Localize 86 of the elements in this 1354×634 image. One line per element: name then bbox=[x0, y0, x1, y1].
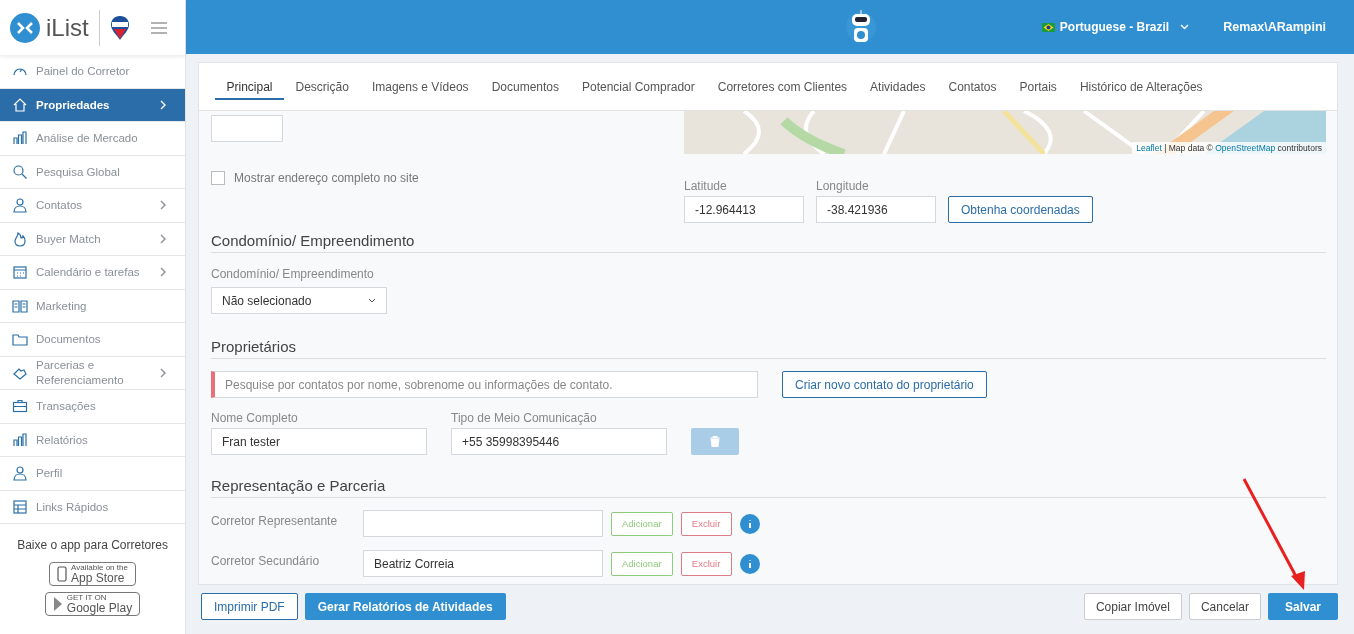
info-icon[interactable] bbox=[739, 513, 760, 534]
sidebar-item[interactable]: Painel do Corretor bbox=[0, 55, 185, 89]
tab[interactable]: Descrição bbox=[284, 73, 361, 100]
store-badge[interactable]: Available on the App Store bbox=[49, 562, 136, 586]
sidebar-item[interactable]: Links Rápidos bbox=[0, 490, 185, 524]
search-field[interactable]: Pesquise por contatos por nome, sobrenome ou informações de contato. bbox=[211, 371, 758, 398]
book-icon bbox=[12, 297, 28, 314]
trash-icon bbox=[710, 436, 720, 447]
tab[interactable]: Histórico de Alterações bbox=[1068, 73, 1215, 100]
section-heading: Condomínio/ Empreendimento bbox=[211, 232, 1326, 253]
info-icon[interactable] bbox=[739, 553, 760, 574]
condominium-select[interactable]: Não selecionado bbox=[211, 287, 387, 314]
sidebar-item[interactable]: Buyer Match bbox=[0, 222, 185, 256]
sidebar-item[interactable]: Propriedades bbox=[0, 88, 185, 122]
name-field[interactable]: Fran tester bbox=[211, 428, 427, 455]
openstreetmap-link[interactable]: OpenStreetMap bbox=[1215, 143, 1276, 153]
tab[interactable]: Corretores com Clientes bbox=[706, 73, 859, 100]
broker-field[interactable]: Beatriz Correia bbox=[363, 550, 603, 577]
save-button[interactable]: Salvar bbox=[1267, 593, 1338, 620]
section-heading: Representação e Parceria bbox=[211, 477, 1326, 498]
app-promo-text: Baixe o app para Corretores bbox=[17, 538, 168, 552]
sidebar-item[interactable]: Parcerias e Referenciamento bbox=[0, 356, 185, 390]
folder-icon bbox=[12, 331, 28, 348]
text-field[interactable] bbox=[211, 115, 283, 142]
brand-name: iList bbox=[46, 13, 89, 42]
tab[interactable]: Principal bbox=[215, 73, 285, 100]
tab[interactable]: Portais bbox=[1008, 73, 1069, 100]
field-label: Latitude bbox=[684, 179, 728, 193]
store-badge[interactable]: GET IT ON Google Play bbox=[44, 592, 141, 616]
menu-icon[interactable] bbox=[151, 21, 167, 34]
bars-icon bbox=[12, 130, 28, 147]
tab[interactable]: Documentos bbox=[480, 73, 571, 100]
phone-icon bbox=[57, 566, 68, 582]
map-attribution: Leaflet | Map data © OpenStreetMap contributors bbox=[1132, 142, 1326, 154]
bars-icon bbox=[12, 431, 28, 448]
get-coordinates-button[interactable]: Obtenha coordenadas bbox=[948, 196, 1093, 223]
field-label: Corretor Representante bbox=[211, 514, 339, 528]
sidebar-item[interactable]: Documentos bbox=[0, 323, 185, 357]
chevron-down-icon bbox=[1180, 24, 1190, 30]
footer-button[interactable]: Copiar Imóvel bbox=[1083, 593, 1182, 620]
sidebar-item[interactable]: Análise de Mercado bbox=[0, 122, 185, 156]
field-label: Condomínio/ Empreendimento bbox=[211, 267, 375, 281]
checkbox-label: Mostrar endereço completo no site bbox=[234, 171, 419, 185]
longitude-field[interactable]: -38.421936 bbox=[816, 196, 936, 223]
flame-icon bbox=[12, 230, 28, 247]
section-heading: Proprietários bbox=[211, 338, 1326, 359]
remove-button[interactable]: Excluir bbox=[680, 551, 732, 576]
tab[interactable]: Imagens e Vídeos bbox=[360, 73, 481, 100]
chevron-down-icon bbox=[368, 298, 376, 303]
latitude-field[interactable]: -12.964413 bbox=[684, 196, 804, 223]
tab[interactable]: Atividades bbox=[858, 73, 937, 100]
field-label: Nome Completo bbox=[211, 411, 299, 425]
tab[interactable]: Potencial Comprador bbox=[570, 73, 707, 100]
checkbox[interactable] bbox=[211, 171, 225, 185]
user-name[interactable]: Remax\ARampini bbox=[1223, 20, 1326, 34]
contact-field[interactable]: +55 35998395446 bbox=[451, 428, 667, 455]
activity-report-button[interactable]: Gerar Relatórios de Atividades bbox=[304, 593, 506, 620]
broker-field[interactable] bbox=[363, 510, 603, 537]
sidebar-item[interactable]: Pesquisa Global bbox=[0, 155, 185, 189]
field-label: Tipo de Meio Comunicação bbox=[451, 411, 598, 425]
print-pdf-button[interactable]: Imprimir PDF bbox=[201, 593, 298, 620]
sidebar-item[interactable]: Perfil bbox=[0, 457, 185, 491]
person-icon bbox=[12, 465, 28, 482]
sidebar-item[interactable]: Contatos bbox=[0, 189, 185, 223]
play-icon bbox=[52, 596, 63, 612]
sidebar-item[interactable]: Relatórios bbox=[0, 423, 185, 457]
tab[interactable]: Contatos bbox=[937, 73, 1008, 100]
field-label: Corretor Secundário bbox=[211, 554, 321, 568]
create-contact-button[interactable]: Criar novo contato do proprietário bbox=[782, 371, 987, 398]
balloon-logo-icon bbox=[109, 14, 130, 41]
sidebar-item[interactable]: Transações bbox=[0, 390, 185, 424]
footer-button[interactable]: Cancelar bbox=[1188, 593, 1261, 620]
people-icon bbox=[12, 197, 28, 214]
flag-icon bbox=[1041, 22, 1055, 32]
leaflet-link[interactable]: Leaflet bbox=[1136, 143, 1162, 153]
field-label: Longitude bbox=[816, 179, 870, 193]
calendar-icon bbox=[12, 264, 28, 281]
sidebar-item[interactable]: Marketing bbox=[0, 289, 185, 323]
language-selector[interactable]: Portuguese - Brazil bbox=[1041, 20, 1190, 34]
briefcase-icon bbox=[12, 398, 28, 415]
remove-button[interactable]: Excluir bbox=[680, 511, 732, 536]
home-icon bbox=[12, 96, 28, 113]
search-icon bbox=[12, 163, 28, 180]
links-icon bbox=[12, 498, 28, 515]
sidebar-item[interactable]: Calendário e tarefas bbox=[0, 256, 185, 290]
ilist-logo-icon bbox=[10, 12, 40, 43]
